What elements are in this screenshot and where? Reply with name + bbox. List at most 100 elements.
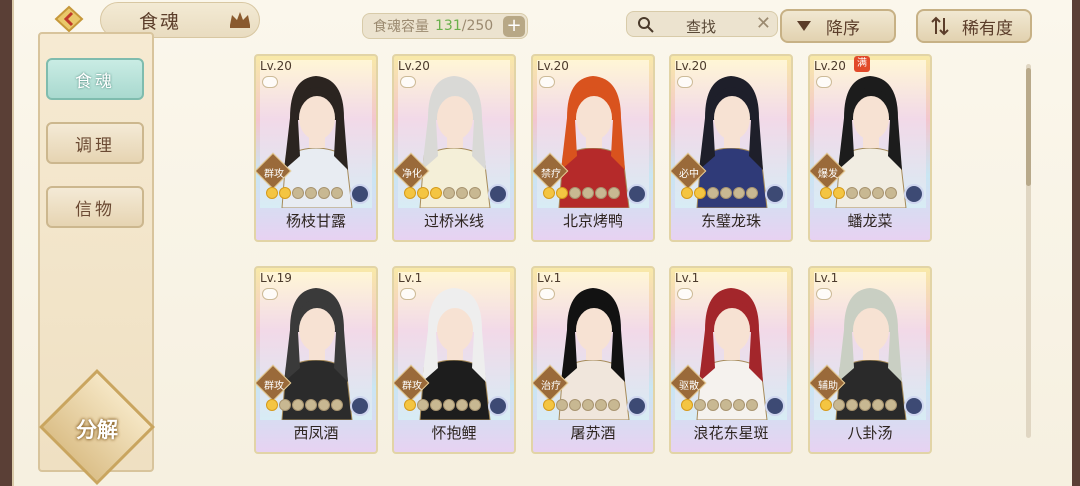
star-icon xyxy=(720,399,732,411)
star-icon xyxy=(746,399,758,411)
food-soul-card[interactable]: Lv.19 群攻 西凤酒 xyxy=(254,266,378,454)
level-label: Lv.20 xyxy=(814,59,846,73)
food-soul-card[interactable]: Lv.20 必中东璧龙珠 xyxy=(669,54,793,242)
level-label: Lv.1 xyxy=(537,271,562,285)
role-label: 禁疗 xyxy=(541,169,561,180)
element-emblem-icon xyxy=(765,184,785,204)
emote-badge-icon xyxy=(677,76,693,88)
element-emblem-icon xyxy=(488,396,508,416)
food-soul-card[interactable]: Lv.20 净化 过桥米线 xyxy=(392,54,516,242)
crown-icon[interactable] xyxy=(228,9,252,29)
sort-order-label: 降序 xyxy=(826,18,860,39)
star-icon xyxy=(292,399,304,411)
role-label: 辅助 xyxy=(818,381,838,392)
search-field[interactable]: 查找 ✕ xyxy=(626,11,778,37)
sort-toggle-icon xyxy=(928,14,952,38)
role-label: 群攻 xyxy=(402,381,422,392)
star-icon xyxy=(569,399,581,411)
food-soul-card[interactable]: Lv.20 满爆发 蟠龙菜 xyxy=(808,54,932,242)
card-name: 北京烤鸭 xyxy=(562,212,623,230)
star-icon xyxy=(859,399,871,411)
card-name: 浪花东星斑 xyxy=(693,424,769,442)
emote-badge-icon xyxy=(400,76,416,88)
sidebar-item-seasoning[interactable]: 调理 xyxy=(46,122,144,164)
element-emblem-icon xyxy=(488,184,508,204)
star-icon xyxy=(543,187,555,199)
level-label: Lv.20 xyxy=(398,59,430,73)
sidebar-item-label: 调理 xyxy=(75,135,115,156)
star-icon xyxy=(456,399,468,411)
card-name: 蟠龙菜 xyxy=(847,212,893,230)
role-label: 必中 xyxy=(679,169,699,180)
role-label: 群攻 xyxy=(264,381,284,392)
sidebar-item-food-souls[interactable]: 食魂 xyxy=(46,58,144,100)
food-soul-card[interactable]: Lv.20 群攻 杨枝甘露 xyxy=(254,54,378,242)
star-icon xyxy=(469,399,481,411)
emote-badge-icon xyxy=(677,288,693,300)
back-button[interactable] xyxy=(52,4,86,34)
star-icon xyxy=(859,187,871,199)
star-icon xyxy=(595,399,607,411)
level-label: Lv.20 xyxy=(675,59,707,73)
star-icon xyxy=(430,187,442,199)
sidebar-item-tokens[interactable]: 信物 xyxy=(46,186,144,228)
sidebar-item-label: 信物 xyxy=(75,199,115,220)
element-emblem-icon xyxy=(350,396,370,416)
food-soul-card[interactable]: Lv.20 禁疗 北京烤鸭 xyxy=(531,54,655,242)
star-icon xyxy=(694,399,706,411)
star-icon xyxy=(456,187,468,199)
star-icon xyxy=(694,187,706,199)
star-icon xyxy=(582,187,594,199)
star-icon xyxy=(595,187,607,199)
search-icon xyxy=(638,17,654,33)
star-icon xyxy=(305,399,317,411)
star-icon xyxy=(331,399,343,411)
star-icon xyxy=(733,187,745,199)
star-rating xyxy=(543,187,620,199)
food-soul-card[interactable]: Lv.1 辅助八卦汤 xyxy=(808,266,932,454)
star-rating xyxy=(404,187,481,199)
card-name: 八卦汤 xyxy=(847,424,893,442)
role-label: 群攻 xyxy=(264,169,284,180)
top-bar: 食魂 食魂容量 131 /250 + 查找 ✕ 降序 稀有度 xyxy=(14,0,1074,43)
star-icon xyxy=(318,399,330,411)
star-icon xyxy=(430,399,442,411)
star-icon xyxy=(404,187,416,199)
capacity-label: 食魂容量 xyxy=(373,19,429,35)
star-icon xyxy=(443,399,455,411)
star-icon xyxy=(872,187,884,199)
capacity-max: /250 xyxy=(461,18,494,34)
star-icon xyxy=(331,187,343,199)
star-rating xyxy=(266,187,343,199)
star-icon xyxy=(556,399,568,411)
food-soul-card[interactable]: Lv.1 群攻 怀抱鲤 xyxy=(392,266,516,454)
star-icon xyxy=(608,187,620,199)
star-icon xyxy=(266,187,278,199)
element-emblem-icon xyxy=(765,396,785,416)
star-icon xyxy=(279,399,291,411)
star-icon xyxy=(556,187,568,199)
card-name: 屠苏酒 xyxy=(570,424,616,442)
sort-order-button[interactable]: 降序 xyxy=(780,9,896,43)
card-name: 过桥米线 xyxy=(423,212,484,230)
card-name: 东璧龙珠 xyxy=(700,212,761,230)
element-emblem-icon xyxy=(904,396,924,416)
clear-search-icon[interactable]: ✕ xyxy=(756,13,771,34)
star-icon xyxy=(582,399,594,411)
level-label: Lv.1 xyxy=(814,271,839,285)
emote-badge-icon xyxy=(400,288,416,300)
expand-capacity-button[interactable]: + xyxy=(503,16,525,37)
sidebar-item-label: 食魂 xyxy=(75,71,115,92)
scrollbar-thumb[interactable] xyxy=(1026,68,1031,186)
role-label: 治疗 xyxy=(541,381,561,392)
star-icon xyxy=(681,399,693,411)
sort-by-label: 稀有度 xyxy=(962,18,1013,39)
back-arrow-icon xyxy=(54,5,84,33)
level-label: Lv.1 xyxy=(398,271,423,285)
sort-by-button[interactable]: 稀有度 xyxy=(916,9,1032,43)
food-soul-card[interactable]: Lv.1 治疗屠苏酒 xyxy=(531,266,655,454)
star-icon xyxy=(885,187,897,199)
food-soul-card[interactable]: Lv.1 驱散 浪花东星斑 xyxy=(669,266,793,454)
search-label: 查找 xyxy=(686,18,717,36)
star-icon xyxy=(279,187,291,199)
